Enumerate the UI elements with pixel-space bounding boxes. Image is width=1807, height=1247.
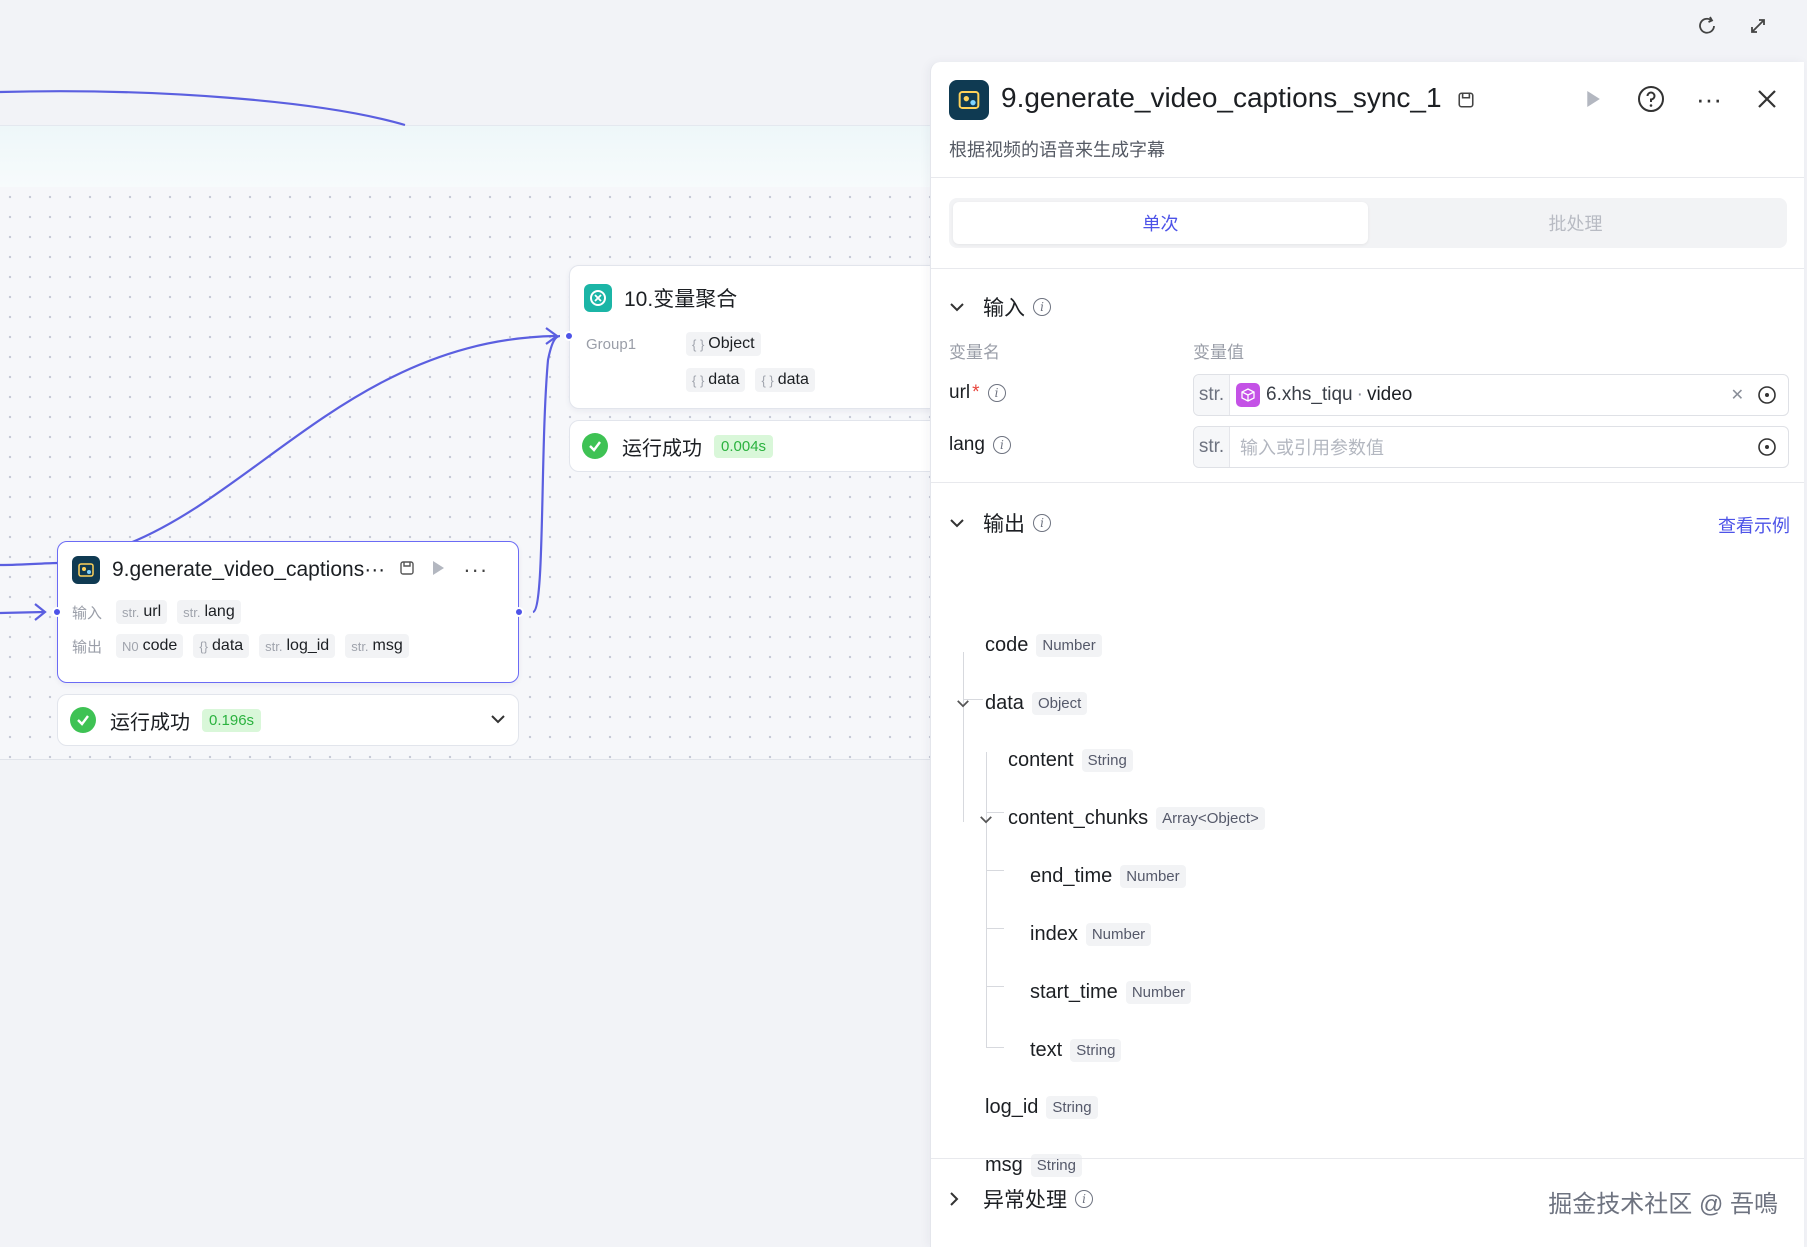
output-chip: str. log_id xyxy=(259,634,336,658)
group-var-chip: { } data xyxy=(755,368,815,392)
reference-tag[interactable]: 6.xhs_tiqu · video xyxy=(1236,383,1731,407)
output-field-code: code Number xyxy=(985,630,1102,660)
input-port[interactable] xyxy=(52,607,62,617)
output-field-index: index Number xyxy=(1030,919,1152,949)
param-url-label: url * i xyxy=(949,382,1006,404)
input-port[interactable] xyxy=(564,331,574,341)
group-label: Group1 xyxy=(586,335,637,353)
group-type-chip: { } Object xyxy=(686,332,761,356)
info-icon[interactable]: i xyxy=(992,436,1011,454)
param-lang-input[interactable]: str. 输入或引用参数值 xyxy=(1193,426,1789,468)
variable-aggregate-node[interactable]: 10.变量聚合 Group1 { } Object { } data { } data xyxy=(564,265,949,409)
input-label: 输入 xyxy=(72,604,103,622)
input-placeholder: 输入或引用参数值 xyxy=(1240,438,1384,458)
view-example-link[interactable]: 查看示例 xyxy=(1718,512,1790,538)
plugin-icon xyxy=(72,556,100,584)
output-field-content: content String xyxy=(1008,745,1133,775)
plugin-run-status[interactable]: 运行成功 0.196s xyxy=(57,694,519,746)
canvas-band xyxy=(0,125,930,187)
edge-top xyxy=(0,90,406,127)
output-field-end-time: end_time Number xyxy=(1030,861,1186,891)
node-title: 10.变量聚合 xyxy=(624,288,738,311)
panel-header: 9.generate_video_captions_sync_1 根据视频的语音… xyxy=(931,62,1804,178)
chevron-down-icon xyxy=(949,518,969,528)
run-icon[interactable] xyxy=(431,560,445,581)
panel-actions: ··· xyxy=(1578,84,1782,114)
tree-line xyxy=(986,928,1004,929)
output-chip: {} data xyxy=(193,634,250,658)
output-field-msg: msg String xyxy=(985,1150,1082,1180)
output-chip: str. msg xyxy=(345,634,409,658)
output-port[interactable] xyxy=(514,607,524,617)
run-icon[interactable] xyxy=(1578,84,1608,114)
output-field-text: text String xyxy=(1030,1035,1122,1065)
more-icon[interactable]: ··· xyxy=(1694,84,1724,114)
input-chip: str. lang xyxy=(177,600,241,624)
success-check-icon xyxy=(582,433,608,459)
type-label: str. xyxy=(1194,427,1230,467)
chevron-down-icon[interactable] xyxy=(978,811,994,827)
chevron-down-icon[interactable] xyxy=(490,711,506,729)
tree-line xyxy=(986,1047,1004,1048)
type-label: str. xyxy=(1194,375,1230,415)
error-section-header[interactable]: 异常处理 i xyxy=(949,1184,1093,1214)
output-field-data: data Object xyxy=(985,688,1088,718)
output-section-header[interactable]: 输出 i xyxy=(949,508,1051,538)
chevron-right-icon xyxy=(949,1191,969,1207)
plugin-icon xyxy=(949,80,989,120)
input-chip: str. url xyxy=(116,600,168,624)
tree-line xyxy=(986,986,1004,987)
help-icon[interactable] xyxy=(1636,84,1666,114)
clear-icon[interactable]: ✕ xyxy=(1731,385,1744,405)
group-run-status[interactable]: 运行成功 0.004s xyxy=(569,420,949,472)
output-field-log-id: log_id String xyxy=(985,1092,1098,1122)
time-badge: 0.004s xyxy=(714,434,774,458)
tree-line xyxy=(986,870,1004,871)
status-text: 运行成功 xyxy=(110,711,190,734)
info-icon[interactable]: i xyxy=(987,384,1006,402)
param-url-input[interactable]: str. 6.xhs_tiqu · video ✕ xyxy=(1193,374,1789,416)
output-field-start-time: start_time Number xyxy=(1030,977,1192,1007)
info-icon[interactable]: i xyxy=(1033,514,1051,532)
tree-line xyxy=(986,752,987,1048)
watermark: 掘金技术社区 @ 吾鳴 xyxy=(1548,1191,1778,1218)
run-mode-tabs: 单次 批处理 xyxy=(949,198,1787,248)
divider xyxy=(931,482,1804,483)
panel-title: 9.generate_video_captions_sync_1 xyxy=(1001,82,1475,116)
tab-batch[interactable]: 批处理 xyxy=(1368,202,1783,244)
tree-line xyxy=(963,652,964,822)
output-field-content-chunks: content_chunks Array<Object> xyxy=(1008,803,1265,833)
tab-single[interactable]: 单次 xyxy=(953,202,1368,244)
node-detail-panel: 9.generate_video_captions_sync_1 根据视频的语音… xyxy=(930,62,1804,1247)
aggregate-icon xyxy=(584,284,612,312)
target-icon[interactable] xyxy=(1756,384,1778,406)
refresh-icon[interactable] xyxy=(1693,12,1721,40)
input-section-header[interactable]: 输入 i xyxy=(949,292,1051,322)
chevron-down-icon xyxy=(949,302,969,312)
save-icon[interactable] xyxy=(1457,84,1475,116)
status-text: 运行成功 xyxy=(622,437,702,460)
panel-description: 根据视频的语音来生成字幕 xyxy=(949,140,1165,160)
output-label: 输出 xyxy=(72,638,103,656)
time-badge: 0.196s xyxy=(202,708,262,732)
output-chip: N0 code xyxy=(116,634,184,658)
column-var-value: 变量值 xyxy=(1193,343,1244,362)
success-check-icon xyxy=(70,707,96,733)
divider xyxy=(931,1158,1804,1159)
plugin-node[interactable]: 9.generate_video_captions··· ··· 输入 str.… xyxy=(52,541,524,683)
group-var-chip: { } data xyxy=(686,368,746,392)
close-icon[interactable] xyxy=(1752,84,1782,114)
cube-icon xyxy=(1236,383,1260,407)
node-title: 9.generate_video_captions··· xyxy=(112,558,386,581)
divider xyxy=(931,268,1804,269)
fullscreen-icon[interactable] xyxy=(1744,12,1772,40)
param-lang-label: lang i xyxy=(949,434,1011,456)
target-icon[interactable] xyxy=(1756,436,1778,458)
save-icon[interactable] xyxy=(399,560,415,581)
chevron-down-icon[interactable] xyxy=(955,695,971,711)
more-icon[interactable]: ··· xyxy=(463,557,488,583)
info-icon[interactable]: i xyxy=(1075,1190,1093,1208)
info-icon[interactable]: i xyxy=(1033,298,1051,316)
column-var-name: 变量名 xyxy=(949,343,1000,362)
